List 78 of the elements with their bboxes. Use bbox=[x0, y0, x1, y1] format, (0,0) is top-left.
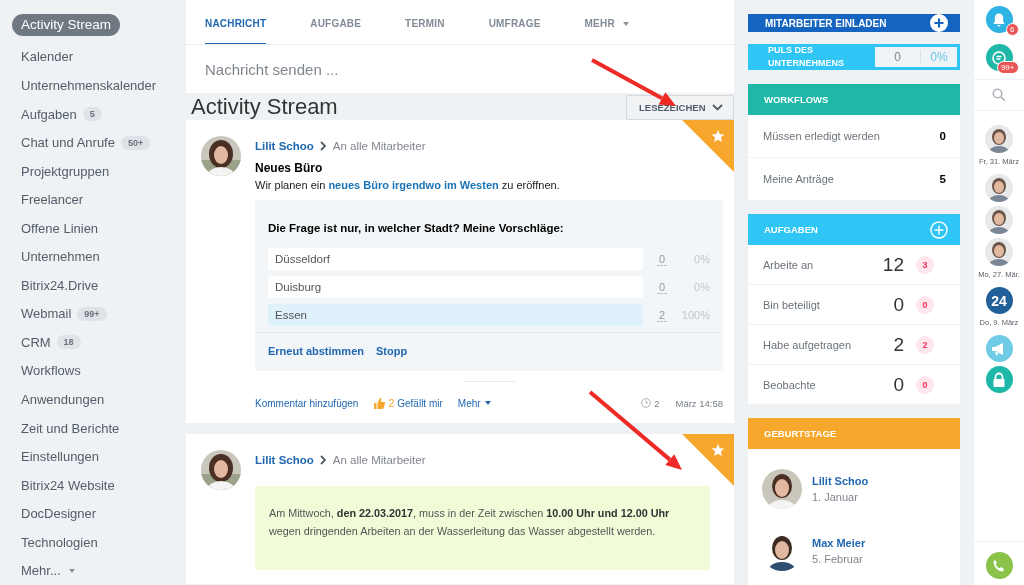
post-link[interactable]: neues Büro irgendwo im Westen bbox=[328, 179, 499, 191]
sidebar-item[interactable]: Zeit und Berichte bbox=[12, 413, 129, 443]
more-link[interactable]: Mehr bbox=[457, 397, 491, 409]
workflow-row[interactable]: Müssen erledigt werden 0 bbox=[748, 115, 960, 158]
notice-text: Am Mittwoch, den 22.03.2017, muss in der Zeit zwischen 10.00 Uhr und 12.00 Uhr wegen dringenden Arbeiten an der Wasserleitung das Wasser abgestellt werden. bbox=[269, 507, 670, 537]
task-row-label[interactable]: Arbeite an bbox=[763, 258, 874, 271]
poll-action-link[interactable]: Stopp bbox=[375, 345, 408, 357]
pulse-label: PULS DES UNTERNEHMENS bbox=[768, 44, 845, 70]
birthday-date: 1. Januar bbox=[812, 491, 859, 503]
comment-link[interactable]: Kommentar hinzufügen bbox=[255, 397, 359, 409]
like-link[interactable]: Gefällt mir bbox=[397, 397, 443, 409]
pulse-percent: 0% bbox=[929, 50, 949, 64]
post-time: 2 bbox=[654, 397, 660, 409]
sidebar-item[interactable]: Bitrix24.Drive bbox=[12, 271, 108, 300]
post-text: zu eröffnen. bbox=[501, 179, 560, 191]
sidebar-item[interactable]: Anwendungen bbox=[12, 385, 114, 414]
app-logo[interactable]: 24 bbox=[985, 287, 1013, 314]
person-name-link[interactable]: Lilit Schoo bbox=[812, 475, 869, 487]
like-count: 2 bbox=[388, 397, 395, 409]
task-badge: 2 bbox=[916, 335, 934, 354]
message-field[interactable]: Nachricht senden ... bbox=[186, 45, 734, 93]
task-count: 0 bbox=[892, 373, 904, 396]
sidebar-item[interactable]: DocDesigner bbox=[12, 499, 106, 528]
sidebar-item[interactable]: Webmail 99+ bbox=[12, 299, 116, 329]
sidebar-item[interactable]: Activity Stream bbox=[12, 14, 121, 36]
poll-question: Die Frage ist nur, in welcher Stadt? Meine Vorschläge: bbox=[267, 222, 565, 236]
post-time: März 14:58 bbox=[675, 397, 723, 409]
author-link[interactable]: Lilit Schoo bbox=[255, 454, 314, 466]
post-title: Neues Büro bbox=[255, 161, 324, 175]
sidebar-item[interactable]: Unternehmenskalender bbox=[12, 71, 166, 100]
post-text: Wir planen ein bbox=[255, 179, 326, 191]
task-count: 12 bbox=[881, 253, 904, 276]
widget-header: GEBURTSTAGE bbox=[748, 418, 960, 449]
sidebar-item[interactable]: Unternehmen bbox=[12, 242, 109, 272]
page-title: Activity Stream bbox=[191, 93, 338, 120]
sidebar-item[interactable]: Workflows bbox=[12, 356, 90, 386]
pulse-count: 0 bbox=[875, 50, 921, 64]
composer-tab[interactable]: UMFRAGE bbox=[488, 0, 541, 44]
poll-option[interactable]: Duisburg bbox=[268, 276, 643, 298]
author-link[interactable]: Lilit Schoo bbox=[255, 140, 314, 152]
task-badge: 0 bbox=[916, 375, 934, 394]
pulse-panel[interactable]: PULS DES UNTERNEHMENS 0 0% bbox=[748, 44, 960, 70]
sidebar-item[interactable]: Bitrix24 Website bbox=[12, 470, 124, 500]
composer-tab[interactable]: TERMIN bbox=[405, 0, 445, 44]
sidebar-item[interactable]: Chat und Anrufe 50+ bbox=[12, 128, 160, 157]
poll-action-link[interactable]: Erneut abstimmen bbox=[268, 345, 364, 357]
poll-option[interactable]: Düsseldorf bbox=[268, 248, 643, 270]
message-count: 99+ bbox=[996, 61, 1019, 74]
task-count: 0 bbox=[892, 293, 904, 316]
task-row-label[interactable]: Bin beteiligt bbox=[763, 298, 874, 311]
filter-dropdown[interactable]: LESEZEICHEN bbox=[626, 95, 734, 120]
sidebar-item[interactable]: Projektgruppen bbox=[12, 156, 119, 186]
invite-button[interactable]: MITARBEITER EINLADEN bbox=[748, 14, 960, 32]
sidebar-item[interactable]: Einstellungen bbox=[12, 442, 109, 471]
sidebar-item[interactable]: Technologien bbox=[12, 527, 107, 557]
poll-option[interactable]: Essen bbox=[268, 304, 643, 326]
widget-header: WORKFLOWS bbox=[748, 84, 960, 115]
sidebar-item[interactable]: Mehr... bbox=[12, 556, 84, 585]
task-count: 2 bbox=[892, 333, 904, 356]
task-row-label[interactable]: Habe aufgetragen bbox=[763, 338, 874, 351]
sidebar-item[interactable]: Freelancer bbox=[12, 185, 93, 214]
audience-label: An alle Mitarbeiter bbox=[332, 140, 426, 152]
task-row-label[interactable]: Beobachte bbox=[763, 378, 874, 391]
audience-label: An alle Mitarbeiter bbox=[332, 454, 426, 466]
task-badge: 3 bbox=[916, 255, 934, 274]
widget-title: AUFGABEN bbox=[764, 224, 818, 235]
birthday-date: 5. Februar bbox=[812, 553, 864, 565]
composer-tab[interactable]: MEHR bbox=[584, 0, 629, 44]
notification-count: 6 bbox=[1006, 23, 1019, 36]
sidebar-item[interactable]: CRM 18 bbox=[12, 328, 90, 357]
composer-tab[interactable]: AUFGABE bbox=[310, 0, 362, 44]
sidebar-item[interactable]: Kalender bbox=[12, 42, 83, 72]
task-badge: 0 bbox=[916, 295, 934, 314]
composer-tab[interactable]: NACHRICHT bbox=[205, 0, 267, 44]
sidebar-item[interactable]: Aufgaben 5 bbox=[12, 99, 111, 129]
sidebar-item[interactable]: Offene Linien bbox=[12, 213, 108, 243]
person-name-link[interactable]: Max Meier bbox=[812, 537, 866, 549]
workflow-row[interactable]: Meine Anträge 5 bbox=[748, 158, 960, 200]
